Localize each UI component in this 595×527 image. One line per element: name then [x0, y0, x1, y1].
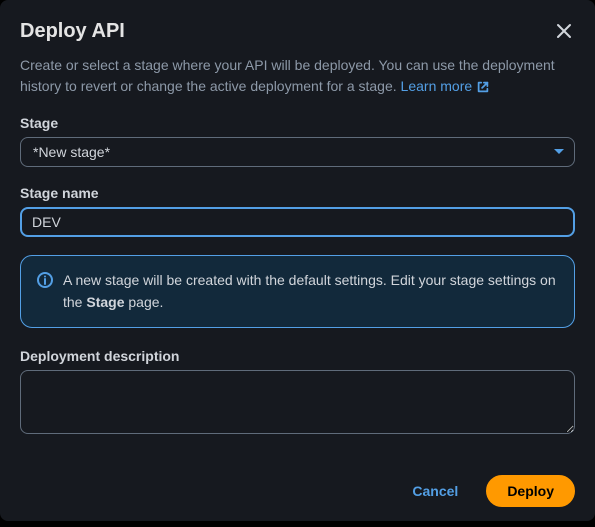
stage-select-wrapper: *New stage* [20, 137, 575, 167]
modal-header: Deploy API [0, 0, 595, 55]
deploy-api-modal: Deploy API Create or select a stage wher… [0, 0, 595, 521]
alert-text-post: page. [124, 294, 163, 310]
description-field-group: Deployment description [0, 348, 595, 457]
stage-name-input[interactable] [20, 207, 575, 237]
stage-name-label: Stage name [20, 185, 575, 201]
info-icon [37, 272, 53, 293]
stage-label: Stage [20, 115, 575, 131]
stage-name-field-group: Stage name [0, 185, 595, 255]
cancel-button[interactable]: Cancel [394, 475, 476, 507]
alert-text-bold: Stage [86, 294, 124, 310]
modal-title: Deploy API [20, 20, 125, 43]
deploy-button[interactable]: Deploy [486, 475, 575, 507]
description-textarea[interactable] [20, 370, 575, 434]
learn-more-text: Learn more [401, 76, 473, 97]
external-link-icon [476, 80, 490, 94]
description-label: Deployment description [20, 348, 575, 364]
close-icon [555, 22, 573, 40]
stage-selected-value: *New stage* [33, 144, 110, 160]
modal-description: Create or select a stage where your API … [0, 55, 595, 115]
info-alert-text: A new stage will be created with the def… [63, 270, 558, 313]
stage-select[interactable]: *New stage* [20, 137, 575, 167]
stage-field-group: Stage *New stage* [0, 115, 595, 185]
modal-footer: Cancel Deploy [0, 457, 595, 527]
learn-more-link[interactable]: Learn more [401, 76, 491, 97]
info-alert: A new stage will be created with the def… [20, 255, 575, 328]
close-button[interactable] [553, 20, 575, 42]
